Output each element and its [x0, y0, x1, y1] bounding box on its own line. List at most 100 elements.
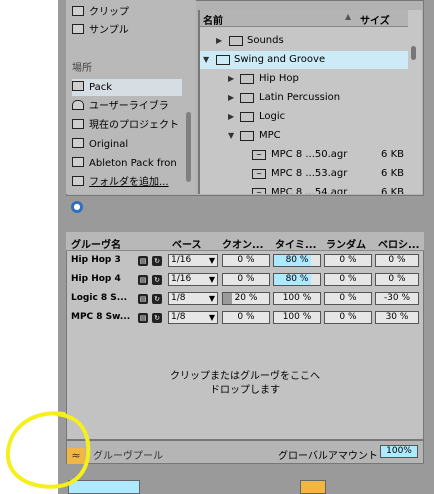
velocity-field[interactable]: 0 %	[375, 254, 419, 267]
timing-field[interactable]: 100 %	[273, 311, 321, 324]
base-value: 1/8	[171, 293, 186, 303]
file-row[interactable]: ▶ Sounds	[200, 32, 408, 50]
base-value: 1/16	[171, 274, 192, 284]
file-row[interactable]: ▼ MPC	[200, 127, 408, 145]
commit-icon[interactable]: ↻	[152, 313, 162, 323]
sidebar-item-label: Original	[89, 139, 129, 150]
groove-row[interactable]: MPC 8 Sw... ▤ ↻ 1/8 ▼ 0 % 100 % 0 % 30 %	[66, 309, 424, 327]
sidebar-item-current-project[interactable]: 現在のプロジェクト	[72, 117, 179, 134]
folder-icon	[72, 138, 84, 148]
commit-icon[interactable]: ↻	[152, 256, 162, 266]
commit-icon[interactable]: ↻	[152, 294, 162, 304]
sidebar-item-samples[interactable]: サンプル	[72, 22, 129, 39]
timing-field[interactable]: 100 %	[273, 292, 321, 305]
file-name: MPC 8 ...50.agr	[271, 149, 348, 160]
file-name: Latin Percussion	[259, 92, 341, 103]
velocity-value: 0 %	[388, 255, 406, 265]
groove-row[interactable]: Logic 8 S... ▤ ↻ 1/8 ▼ 20 % 100 % 0 % -30 %	[66, 290, 424, 308]
chevron-down-icon: ▼	[208, 313, 215, 322]
file-list-header: 名前 ▲ サイズ	[200, 10, 408, 27]
quantize-bar	[223, 293, 233, 304]
sidebar-item-label: サンプル	[89, 25, 129, 36]
sidebar-item-ableton-pack[interactable]: Ableton Pack fron	[72, 155, 177, 172]
sidebar-item-label: Ableton Pack fron	[89, 158, 177, 169]
velocity-field[interactable]: 0 %	[375, 273, 419, 286]
save-icon[interactable]: ▤	[138, 313, 148, 323]
save-icon[interactable]: ▤	[138, 256, 148, 266]
quantize-value: 0 %	[237, 274, 255, 284]
info-icon[interactable]: ●	[71, 201, 83, 213]
folder-icon	[240, 112, 254, 122]
chevron-down-icon[interactable]: ▼	[228, 127, 238, 145]
file-row[interactable]: ▶ Hip Hop	[200, 70, 408, 88]
folder-icon	[72, 157, 84, 167]
chevron-right-icon[interactable]: ▶	[228, 70, 238, 88]
sidebar-item-clips[interactable]: クリップ	[72, 4, 129, 21]
base-value: 1/8	[171, 312, 186, 322]
file-row-selected[interactable]: ▼ Swing and Groove	[200, 51, 408, 69]
groove-row[interactable]: Hip Hop 3 ▤ ↻ 1/16 ▼ 0 % 80 % 0 % 0 %	[66, 252, 424, 270]
column-header-size[interactable]: サイズ	[360, 12, 390, 27]
velocity-field[interactable]: 30 %	[375, 311, 419, 324]
chevron-right-icon[interactable]: ▶	[228, 89, 238, 107]
velocity-value: 0 %	[388, 274, 406, 284]
commit-icon[interactable]: ↻	[152, 275, 162, 285]
clip-icon	[72, 6, 84, 16]
chevron-right-icon[interactable]: ▶	[216, 32, 226, 50]
timing-field[interactable]: 80 %	[273, 254, 321, 267]
sidebar-item-label: Pack	[89, 82, 112, 93]
file-list-scrollbar[interactable]	[411, 46, 416, 60]
sidebar-item-original[interactable]: Original	[72, 136, 128, 153]
bottom-orange-control[interactable]	[300, 480, 326, 494]
sidebar-item-pack[interactable]: Pack	[72, 79, 182, 96]
sidebar-item-user-library[interactable]: ユーザーライブラ	[72, 98, 169, 115]
quantize-field[interactable]: 0 %	[222, 254, 270, 267]
random-value: 0 %	[339, 255, 357, 265]
groove-pool-tab-label: グルーヴプール	[93, 451, 163, 462]
file-row[interactable]: ~ MPC 8 ...54.agr 6 KB	[200, 184, 408, 194]
random-field[interactable]: 0 %	[324, 254, 372, 267]
global-amount-field[interactable]: 100%	[380, 445, 418, 458]
sort-arrow-icon: ▲	[345, 12, 352, 21]
places-scrollbar[interactable]	[186, 112, 191, 182]
file-row[interactable]: ▶ Latin Percussion	[200, 89, 408, 107]
file-row[interactable]: ▶ Logic	[200, 108, 408, 126]
file-size: 6 KB	[381, 187, 404, 194]
timing-value: 100 %	[282, 312, 312, 322]
file-row[interactable]: ~ MPC 8 ...50.agr 6 KB	[200, 146, 408, 164]
waveform-icon	[72, 24, 84, 34]
groove-col-name: グルーヴ名	[71, 240, 121, 251]
base-select[interactable]: 1/8 ▼	[168, 292, 218, 305]
random-field[interactable]: 0 %	[324, 273, 372, 286]
quantize-value: 0 %	[237, 312, 255, 322]
base-select[interactable]: 1/8 ▼	[168, 311, 218, 324]
groove-col-base: ベース	[172, 240, 202, 251]
timing-value: 80 %	[285, 255, 309, 265]
file-row[interactable]: ~ MPC 8 ...53.agr 6 KB	[200, 165, 408, 183]
global-amount-label: グローバルアマウント	[278, 451, 378, 462]
column-header-name[interactable]: 名前	[203, 12, 223, 27]
velocity-field[interactable]: -30 %	[375, 292, 419, 305]
groove-name: Logic 8 S...	[71, 293, 128, 303]
chevron-down-icon[interactable]: ▼	[203, 51, 213, 69]
quantize-field[interactable]: 0 %	[222, 273, 270, 286]
timing-value: 80 %	[285, 274, 309, 284]
chevron-right-icon[interactable]: ▶	[228, 108, 238, 126]
quantize-field[interactable]: 20 %	[222, 292, 270, 305]
groove-row[interactable]: Hip Hop 4 ▤ ↻ 1/16 ▼ 0 % 80 % 0 % 0 %	[66, 271, 424, 289]
quantize-field[interactable]: 0 %	[222, 311, 270, 324]
groove-drop-zone[interactable]: クリップまたはグルーヴをここへ ドロップします	[66, 370, 424, 398]
save-icon[interactable]: ▤	[138, 275, 148, 285]
groove-name: Hip Hop 3	[71, 255, 121, 265]
sidebar-item-label: フォルダを追加...	[89, 177, 169, 188]
add-folder-icon	[72, 176, 84, 186]
timing-field[interactable]: 80 %	[273, 273, 321, 286]
random-field[interactable]: 0 %	[324, 311, 372, 324]
sidebar-item-add-folder[interactable]: フォルダを追加...	[72, 174, 169, 191]
base-select[interactable]: 1/16 ▼	[168, 254, 218, 267]
base-select[interactable]: 1/16 ▼	[168, 273, 218, 286]
random-field[interactable]: 0 %	[324, 292, 372, 305]
save-icon[interactable]: ▤	[138, 294, 148, 304]
folder-icon	[240, 74, 254, 84]
velocity-value: -30 %	[383, 293, 411, 303]
